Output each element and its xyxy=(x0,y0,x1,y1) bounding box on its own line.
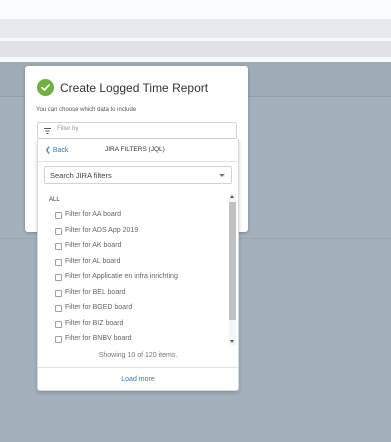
list-item-label: Filter for AK board xyxy=(65,242,122,249)
subtoolbar-background xyxy=(0,41,391,57)
list-item[interactable]: Filter for BEL board xyxy=(55,287,225,303)
search-value: Search JIRA filters xyxy=(50,171,112,180)
list-item-label: Filter for Applicatie en infra inrichtin… xyxy=(65,273,178,280)
toolbar-background xyxy=(0,19,391,38)
list-item-label: Filter for AL board xyxy=(65,257,121,265)
scroll-down-arrow-icon[interactable] xyxy=(230,340,234,343)
filter-by-select[interactable]: Filter by xyxy=(37,122,237,139)
scroll-up-arrow-icon[interactable] xyxy=(230,195,234,198)
checkbox[interactable] xyxy=(55,320,62,328)
list-item[interactable]: Filter for ADS App 2019 xyxy=(55,225,225,241)
list-item-label: Filter for ADS App 2019 xyxy=(65,226,139,234)
list-item[interactable]: Filter for BGED board xyxy=(55,302,225,318)
list-item-label: Filter for BNBV board xyxy=(65,335,132,342)
dialog-title: Create Logged Time Report xyxy=(60,81,209,95)
list-item[interactable]: Filter for Applicatie en infra inrichtin… xyxy=(55,271,225,287)
checkbox[interactable] xyxy=(55,289,62,297)
jira-filters-dropdown: ❮ Back JIRA FILTERS (JQL) Search JIRA fi… xyxy=(37,139,239,391)
list-item[interactable]: Filter for AK board xyxy=(55,240,225,256)
filter-by-placeholder: Filter by xyxy=(57,126,79,132)
checkbox[interactable] xyxy=(55,305,62,312)
list-item[interactable]: Filter for BNBV board xyxy=(55,333,225,349)
dialog-subtitle: You can choose which data to include xyxy=(36,107,137,113)
list-item-label: Filter for BIZ board xyxy=(65,319,124,327)
check-circle-icon xyxy=(37,79,54,96)
list-item-label: Filter for AA board xyxy=(65,211,122,218)
checkbox[interactable] xyxy=(55,227,62,235)
filter-list: Filter for AA board Filter for ADS App 2… xyxy=(55,209,225,349)
checkbox[interactable] xyxy=(55,243,62,250)
dropdown-footer: Load more xyxy=(38,367,238,391)
dropdown-header: ❮ Back JIRA FILTERS (JQL) xyxy=(38,139,238,162)
list-item[interactable]: Filter for AA board xyxy=(55,209,225,225)
list-item-label: Filter for BGED board xyxy=(65,304,133,311)
checkbox[interactable] xyxy=(55,258,62,266)
scrollbar[interactable] xyxy=(229,194,236,345)
search-jira-filters-select[interactable]: Search JIRA filters xyxy=(44,166,232,184)
page-header-background xyxy=(0,0,391,19)
caret-down-icon xyxy=(219,174,225,177)
filter-icon xyxy=(44,128,51,134)
chevron-left-icon: ❮ xyxy=(45,147,51,154)
back-label: Back xyxy=(52,147,69,154)
back-button[interactable]: ❮ Back xyxy=(45,146,68,154)
group-label: ALL xyxy=(49,197,60,203)
load-more-button[interactable]: Load more xyxy=(38,376,238,383)
checkbox[interactable] xyxy=(55,212,62,219)
scroll-thumb[interactable] xyxy=(229,202,236,320)
checkbox[interactable] xyxy=(55,336,62,343)
showing-count: Showing 10 of 120 items. xyxy=(98,352,178,359)
checkbox[interactable] xyxy=(55,274,62,281)
list-item[interactable]: Filter for AL board xyxy=(55,256,225,272)
list-item[interactable]: Filter for BIZ board xyxy=(55,318,225,334)
list-item-label: Filter for BEL board xyxy=(65,288,126,296)
dropdown-title: JIRA FILTERS (JQL) xyxy=(105,146,165,153)
